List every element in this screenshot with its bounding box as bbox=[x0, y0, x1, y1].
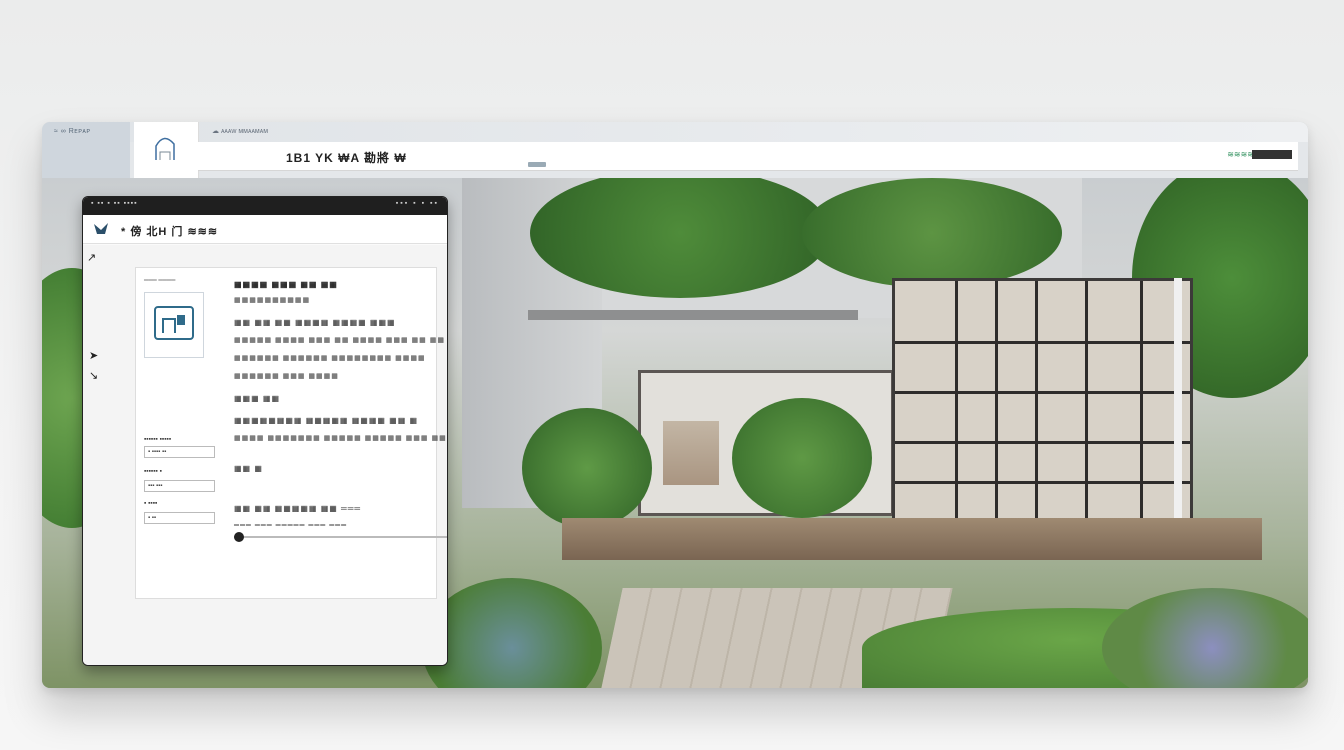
status-indicator: ≋≋≋≋ bbox=[1227, 150, 1254, 159]
app-window: ≈ ∞ Rᴇᴘᴀᴘ ☁ ᴀᴀᴀᴡ ᴍᴍᴀᴀᴍᴀᴍ 1B1 YK ₩A 勘將 ₩ … bbox=[42, 122, 1308, 688]
hedge-left bbox=[522, 408, 652, 528]
brand-label: ≈ ∞ Rᴇᴘᴀᴘ bbox=[54, 128, 91, 135]
house-window bbox=[663, 421, 719, 485]
text-line: ▦▦▦▦▦▦ ▦▦▦ ▦▦▦▦ bbox=[234, 373, 339, 380]
dialog-sidebar: ↗ ➤ ↘ bbox=[83, 245, 133, 665]
text-line: ▦▦▦▦▦▦ ▦▦▦▦▦▦ ▦▦▦▦▦▦▦▦ ▦▦▦▦ bbox=[234, 355, 426, 362]
app-tile[interactable] bbox=[134, 122, 199, 178]
flower-bed bbox=[1102, 588, 1308, 688]
wood-deck bbox=[562, 518, 1262, 560]
dialog-titlebar-text: ▪ ▪▪ ▪ ▪▪ ▪▪▪▪ bbox=[91, 200, 138, 207]
dialog-heading: * 傍 北H 门 ≋≋≋ bbox=[121, 226, 219, 238]
text-line: ▦▦▦ ▦▦ bbox=[234, 394, 281, 403]
dialog-titlebar[interactable]: ▪ ▪▪ ▪ ▪▪ ▪▪▪▪ ▪▪▪ ▪ ▪ ▪▪ bbox=[83, 197, 447, 215]
hedge-center bbox=[732, 398, 872, 518]
dialog-body: ↗ ➤ ↘ ═══ ════ ▪▪▪▪▪▪ ▪▪▪▪▪ ▪ ▪▪▪▪ ▪▪ ▪▪… bbox=[83, 245, 447, 665]
field-input-2[interactable]: ▪▪▪ ▪▪▪ bbox=[144, 480, 215, 492]
dialog-header: * 傍 北H 门 ≋≋≋ bbox=[83, 215, 447, 244]
text-line: ▦▦▦▦▦▦▦▦▦▦ bbox=[234, 297, 311, 304]
pointer-icon[interactable]: ➤ bbox=[89, 349, 98, 362]
field-label-2: ▪▪▪▪▪▪ ▪ bbox=[144, 468, 162, 475]
text-line: ▦▦▦▦▦ ▦▦▦▦ ▦▦▦ ▦▦ ▦▦▦▦ ▦▦▦ ▦▦ ▦▦ bbox=[234, 337, 445, 344]
preview-label: ═══ ════ bbox=[144, 278, 176, 284]
image-icon bbox=[154, 306, 194, 340]
shrub-front-left bbox=[422, 578, 602, 688]
settings-dialog: ▪ ▪▪ ▪ ▪▪ ▪▪▪▪ ▪▪▪ ▪ ▪ ▪▪ * 傍 北H 门 ≋≋≋ ↗… bbox=[82, 196, 448, 666]
slider-thumb[interactable] bbox=[234, 532, 244, 542]
address-bar[interactable]: 1B1 YK ₩A 勘將 ₩ ≋≋≋≋ bbox=[198, 142, 1298, 171]
bird-icon bbox=[94, 223, 108, 234]
trellis-post bbox=[1174, 278, 1182, 528]
window-controls[interactable]: ▪▪▪ ▪ ▪ ▪▪ bbox=[396, 200, 439, 207]
home-icon bbox=[155, 137, 175, 160]
page-title: 1B1 YK ₩A 勘將 ₩ bbox=[286, 151, 407, 165]
text-line: ▦▦▦▦▦▦▦▦ ▦▦▦▦▦ ▦▦▦▦ ▦▦ ▦ bbox=[234, 416, 419, 425]
text-line: ▦▦ ▦ bbox=[234, 464, 263, 473]
browser-toolbar: ≈ ∞ Rᴇᴘᴀᴘ ☁ ᴀᴀᴀᴡ ᴍᴍᴀᴀᴍᴀᴍ 1B1 YK ₩A 勘將 ₩ … bbox=[42, 122, 1308, 178]
field-input-1[interactable]: ▪ ▪▪▪▪ ▪▪ bbox=[144, 446, 215, 458]
roof-slab bbox=[528, 310, 858, 320]
field-label-3: ▪ ▪▪▪▪ bbox=[144, 500, 158, 507]
tab-label[interactable]: ☁ ᴀᴀᴀᴡ ᴍᴍᴀᴀᴍᴀᴍ bbox=[212, 127, 268, 135]
scroll-marker bbox=[528, 162, 546, 167]
pin-icon[interactable]: ↗ bbox=[87, 251, 96, 264]
toolbar-button[interactable] bbox=[1252, 150, 1292, 159]
canopy-foliage-right bbox=[802, 178, 1062, 288]
field-label-1: ▪▪▪▪▪▪ ▪▪▪▪▪ bbox=[144, 436, 172, 443]
field-input-3[interactable]: ▪ ▪▪ bbox=[144, 512, 215, 524]
text-line: ▦▦ ▦▦ ▦▦ ▦▦▦▦ ▦▦▦▦ ▦▦▦ bbox=[234, 318, 396, 327]
text-line: ▦▦▦▦ ▦▦▦▦▦▦▦ ▦▦▦▦▦ ▦▦▦▦▦ ▦▦▦ ▦▦▦▦ bbox=[234, 435, 448, 442]
slider-track[interactable] bbox=[234, 536, 447, 538]
house-module-right bbox=[892, 278, 1193, 524]
nav-icon[interactable]: ↘ bbox=[89, 369, 98, 382]
text-line: ▦▦ ▦▦ ▦▦▦▦▦ ▦▦ ═══ bbox=[234, 504, 362, 513]
content-panel: ═══ ════ ▪▪▪▪▪▪ ▪▪▪▪▪ ▪ ▪▪▪▪ ▪▪ ▪▪▪▪▪▪ ▪… bbox=[135, 267, 447, 599]
text-line: ═══ ═══ ═════ ═══ ═══ bbox=[234, 522, 348, 529]
text-line: ▦▦▦▦ ▦▦▦ ▦▦ ▦▦ bbox=[234, 280, 338, 289]
preview-thumbnail[interactable] bbox=[144, 292, 204, 358]
brand-area: ≈ ∞ Rᴇᴘᴀᴘ bbox=[42, 122, 130, 178]
